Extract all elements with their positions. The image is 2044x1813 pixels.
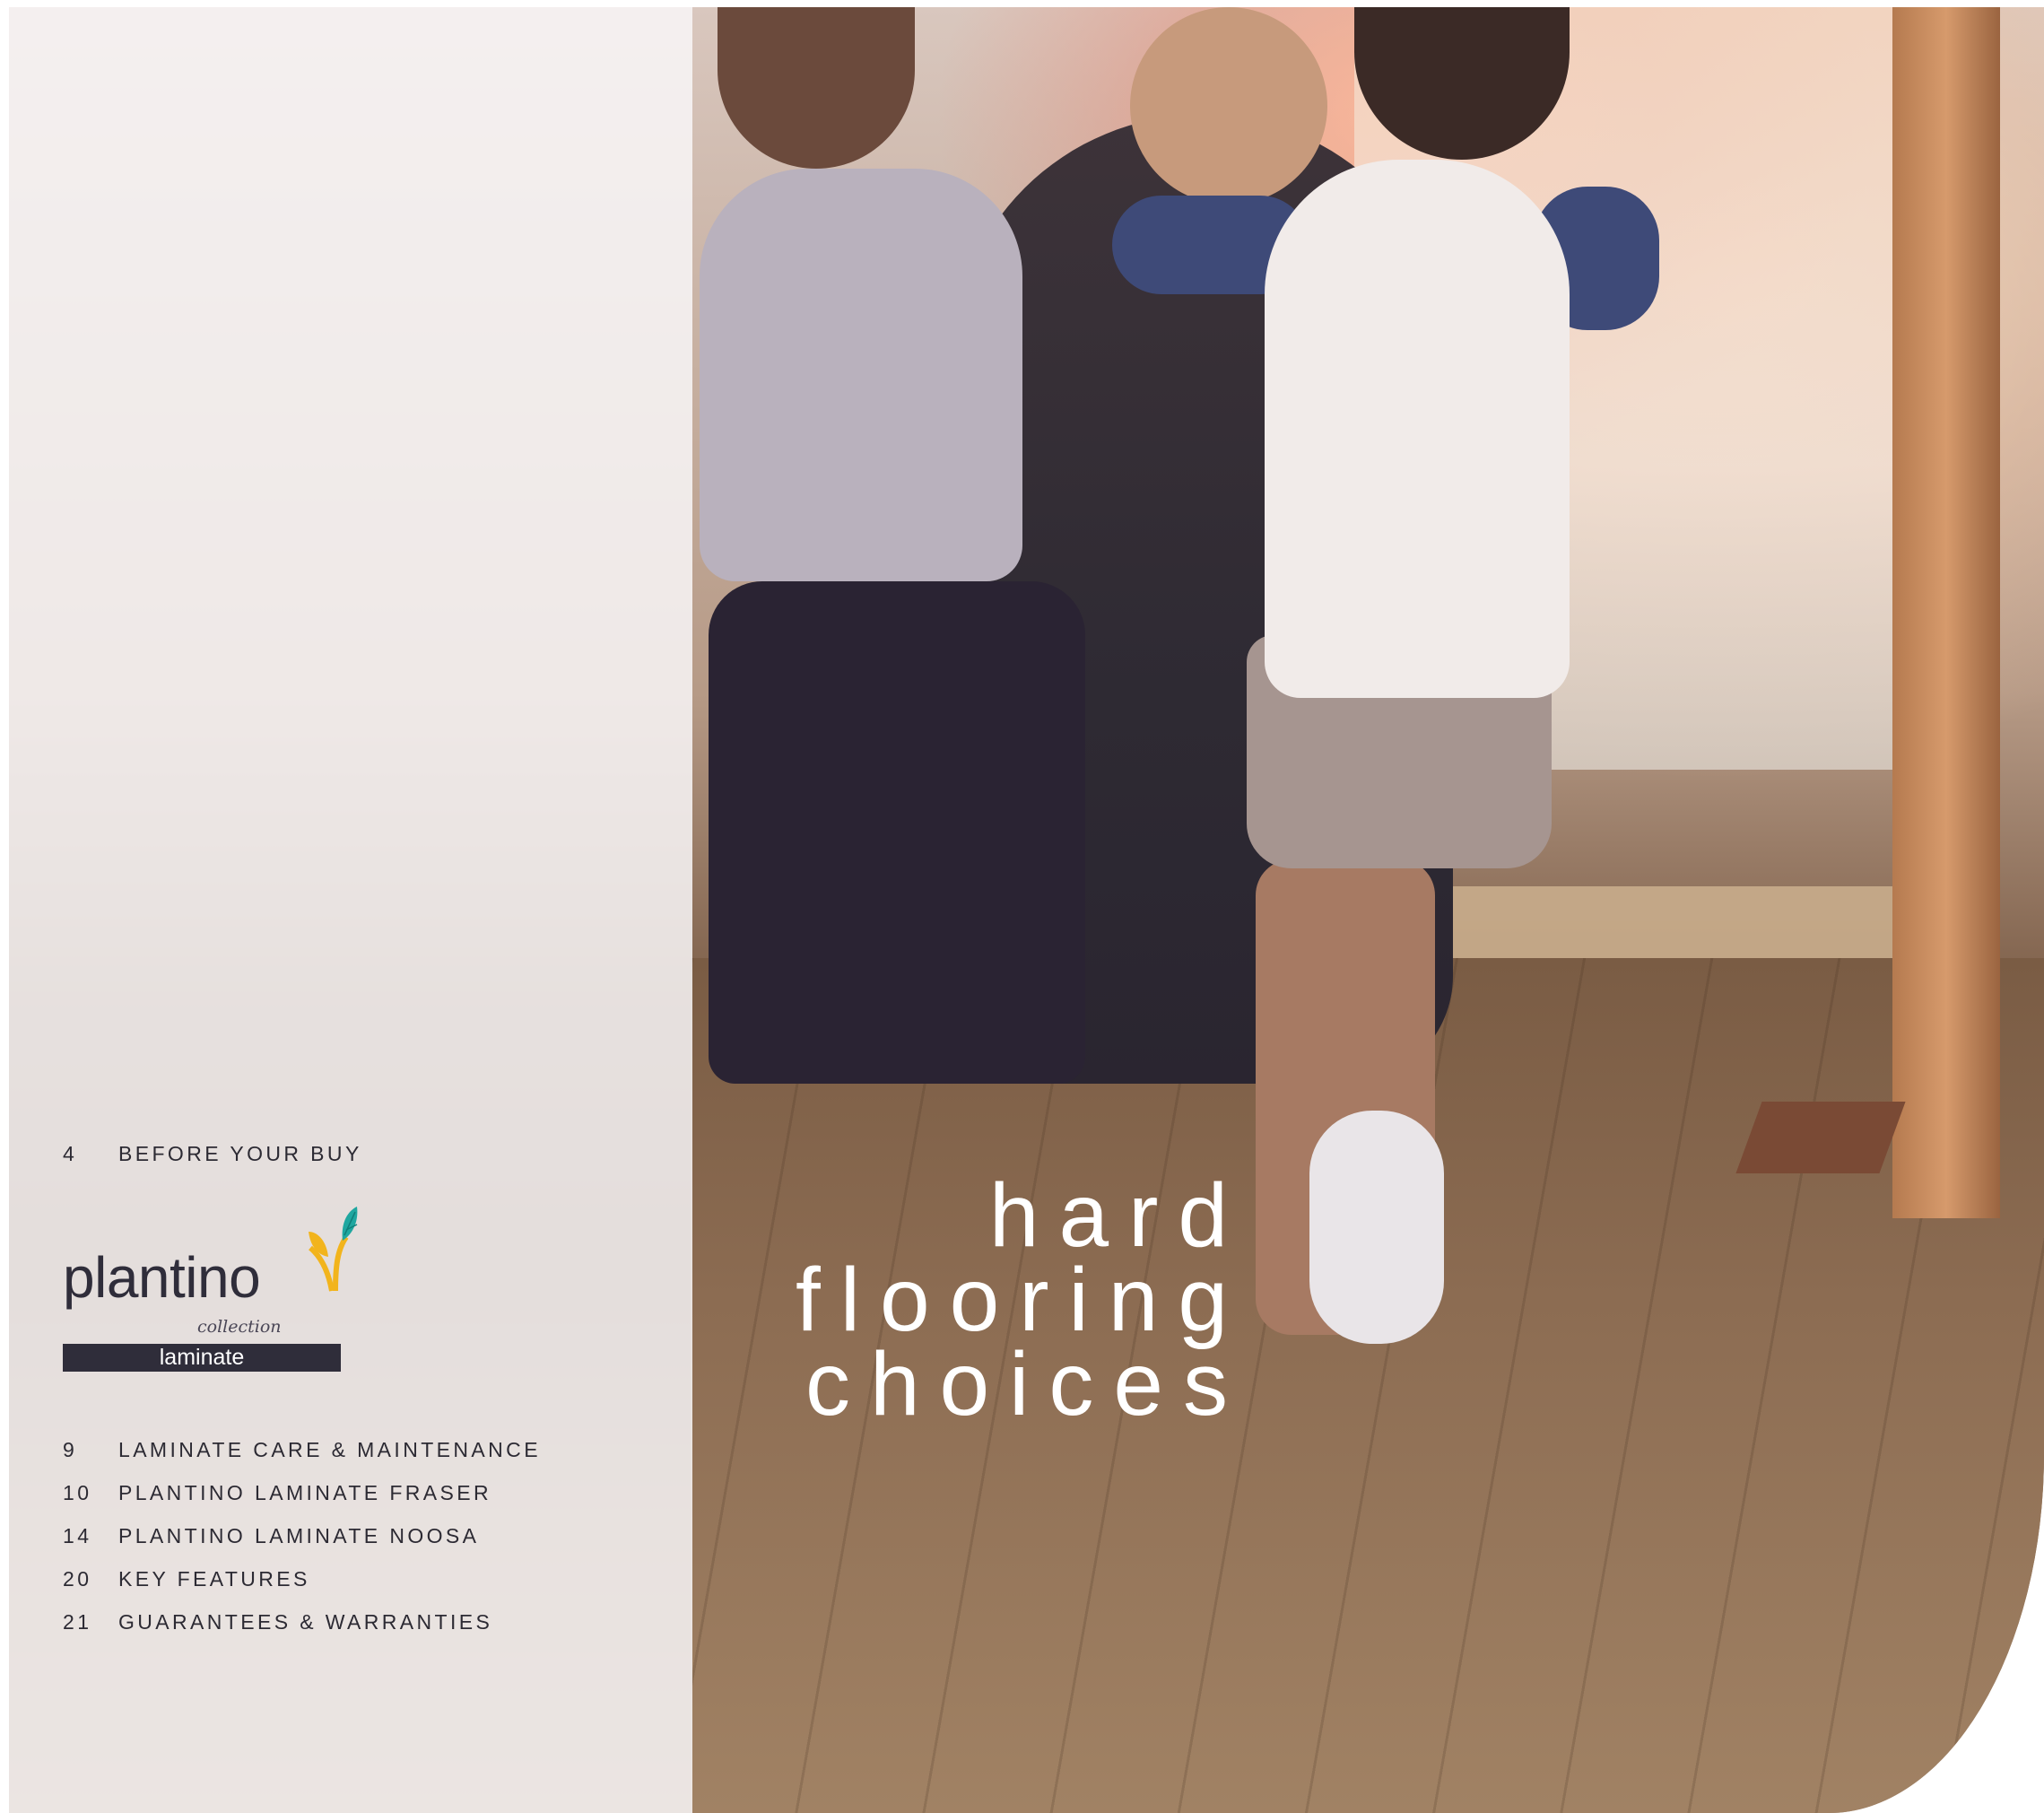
contents-panel: 4 BEFORE YOUR BUY plantino collection la…	[9, 7, 692, 1813]
logo-collection-script: collection	[197, 1317, 282, 1337]
toc-label: KEY FEATURES	[118, 1566, 310, 1591]
headline-line-3: choices	[805, 1334, 1248, 1434]
toc-page-number: 10	[63, 1480, 92, 1504]
toc-page-number: 4	[63, 1141, 78, 1165]
toc-entry-guarantees[interactable]: 21 GUARANTEES & WARRANTIES	[63, 1604, 492, 1640]
toc-entry-noosa[interactable]: 14 PLANTINO LAMINATE NOOSA	[63, 1518, 479, 1554]
toc-entry-before-your-buy[interactable]: 4 BEFORE YOUR BUY	[63, 1136, 362, 1172]
toc-label: PLANTINO LAMINATE FRASER	[118, 1480, 492, 1504]
logo-wordmark: plantino	[63, 1245, 261, 1310]
man-head	[1130, 7, 1327, 205]
open-door	[1892, 7, 2000, 1218]
girl-legs	[709, 581, 1085, 1084]
boy-sock	[1309, 1111, 1444, 1344]
cover-page: 4 BEFORE YOUR BUY plantino collection la…	[9, 7, 2044, 1813]
logo-product-bar: laminate	[63, 1344, 341, 1372]
toc-entry-care-maintenance[interactable]: 9 LAMINATE CARE & MAINTENANCE	[63, 1432, 541, 1468]
toc-label: GUARANTEES & WARRANTIES	[118, 1609, 493, 1634]
headline-line-2: flooring	[796, 1250, 1248, 1350]
boy-shirt	[1265, 160, 1570, 698]
toc-page-number: 21	[63, 1609, 92, 1634]
headline-line-1: hard	[988, 1165, 1248, 1266]
girl-figure	[700, 169, 1022, 581]
toc-page-number: 9	[63, 1437, 78, 1461]
doorstop	[1735, 1102, 1906, 1173]
leaf-icon	[308, 1207, 358, 1292]
toc-label: LAMINATE CARE & MAINTENANCE	[118, 1437, 541, 1461]
toc-label: PLANTINO LAMINATE NOOSA	[118, 1523, 480, 1547]
cover-headline: hard flooring choices	[796, 1165, 1248, 1434]
plantino-logo: plantino collection laminate	[63, 1205, 359, 1393]
toc-page-number: 20	[63, 1566, 92, 1591]
toc-entry-key-features[interactable]: 20 KEY FEATURES	[63, 1561, 310, 1597]
toc-label: BEFORE YOUR BUY	[118, 1141, 362, 1165]
toc-page-number: 14	[63, 1523, 92, 1547]
toc-entry-fraser[interactable]: 10 PLANTINO LAMINATE FRASER	[63, 1475, 491, 1511]
girl-head	[718, 7, 915, 169]
